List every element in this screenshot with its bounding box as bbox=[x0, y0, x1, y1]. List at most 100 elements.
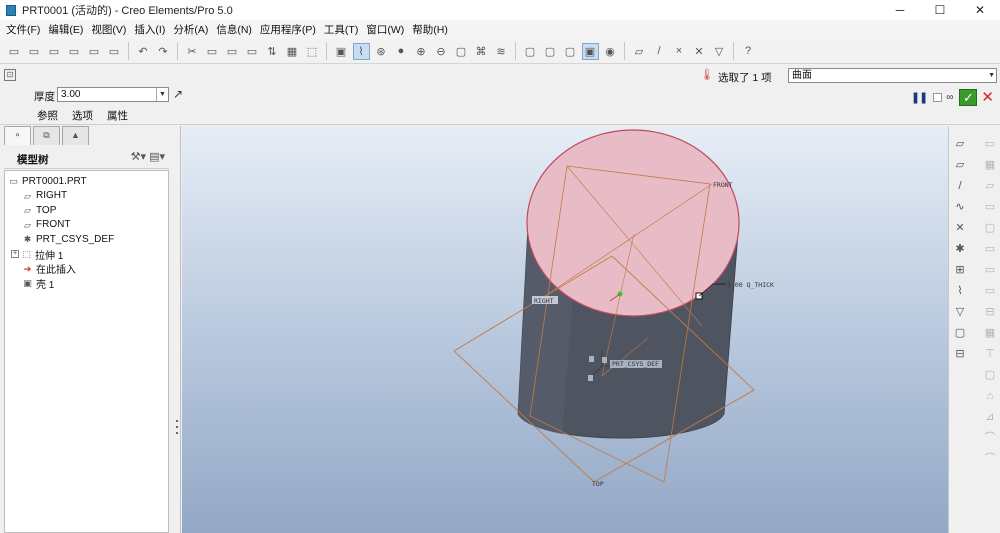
no-hidden-icon[interactable]: ▢ bbox=[562, 43, 579, 60]
model-tree-tab-icon[interactable]: ⚬ bbox=[4, 126, 31, 145]
datum-tool-icon[interactable]: ▢ bbox=[952, 325, 968, 341]
feature-tool-icon[interactable]: ▦ bbox=[982, 157, 998, 173]
menu-view[interactable]: 视图(V) bbox=[89, 22, 132, 37]
datum-axis-icon[interactable]: ⌇ bbox=[352, 42, 370, 60]
menu-file[interactable]: 文件(F) bbox=[4, 22, 46, 37]
feature-tool-icon[interactable]: ⌂ bbox=[982, 388, 998, 404]
datum-tool-icon[interactable]: ⊞ bbox=[952, 262, 968, 278]
tree-item[interactable]: ▱ RIGHT bbox=[22, 189, 67, 203]
paste-special-icon[interactable]: ▭ bbox=[244, 43, 261, 60]
tab-references[interactable]: 参照 bbox=[37, 108, 58, 123]
paste-icon[interactable]: ▭ bbox=[224, 43, 241, 60]
datum-tool-icon[interactable]: ▽ bbox=[952, 304, 968, 320]
layers-icon[interactable]: ≋ bbox=[493, 43, 510, 60]
undo-icon[interactable]: ↶ bbox=[135, 43, 152, 60]
datum-tool-icon[interactable]: ⊟ bbox=[952, 346, 968, 362]
csys-display-icon[interactable]: ✕ bbox=[691, 43, 708, 60]
datum-tool-icon[interactable]: ✕ bbox=[952, 220, 968, 236]
tab-properties[interactable]: 属性 bbox=[107, 108, 128, 123]
datum-tool-icon[interactable]: ▱ bbox=[952, 157, 968, 173]
regenerate-icon[interactable]: ⇅ bbox=[264, 43, 281, 60]
zoom-out-icon[interactable]: ⊖ bbox=[433, 43, 450, 60]
menu-tools[interactable]: 工具(T) bbox=[322, 22, 364, 37]
feature-tool-icon[interactable]: ⌒ bbox=[982, 451, 998, 467]
feature-tool-icon[interactable]: ▭ bbox=[982, 262, 998, 278]
tree-settings-icon[interactable]: ⚒▾ ▤▾ bbox=[131, 150, 165, 163]
feature-tool-icon[interactable]: ▭ bbox=[982, 241, 998, 257]
email-icon[interactable]: ▭ bbox=[86, 43, 103, 60]
new-icon[interactable]: ▭ bbox=[6, 43, 23, 60]
datum-tool-icon[interactable]: ✱ bbox=[952, 241, 968, 257]
selection-filter[interactable]: 曲面 ▼ bbox=[788, 68, 997, 83]
panel-splitter[interactable] bbox=[175, 416, 179, 446]
open-icon[interactable]: ▭ bbox=[26, 43, 43, 60]
maximize-button[interactable]: ☐ bbox=[920, 0, 960, 20]
copy-icon[interactable]: ▭ bbox=[204, 43, 221, 60]
datum-tool-icon[interactable]: ∿ bbox=[952, 199, 968, 215]
save-icon[interactable]: ▭ bbox=[46, 43, 63, 60]
datum-tool-icon[interactable]: ⌇ bbox=[952, 283, 968, 299]
datum-tool-icon[interactable]: / bbox=[952, 178, 968, 194]
thickness-dimension-label[interactable]: 3.00 Q_THICK bbox=[727, 281, 774, 289]
feature-tool-icon[interactable]: ▢ bbox=[982, 367, 998, 383]
hidden-line-icon[interactable]: ▢ bbox=[542, 43, 559, 60]
tree-item[interactable]: + ⬚ 拉伸 1 bbox=[11, 247, 63, 262]
tree-item[interactable]: ▱ FRONT bbox=[22, 218, 70, 232]
context-help-icon[interactable]: ? bbox=[740, 43, 757, 60]
cancel-button[interactable]: ✕ bbox=[981, 88, 994, 106]
feature-tool-icon[interactable]: ▢ bbox=[982, 220, 998, 236]
menu-edit[interactable]: 编辑(E) bbox=[46, 22, 89, 37]
thickness-input[interactable]: 3.00 ▼ bbox=[57, 87, 169, 102]
spin-center-icon[interactable]: ⊛ bbox=[373, 43, 390, 60]
flip-direction-icon[interactable]: ↗ bbox=[173, 87, 183, 101]
tree-item[interactable]: ➔ 在此插入 bbox=[22, 262, 76, 277]
realtime-render-icon[interactable]: ◉ bbox=[602, 43, 619, 60]
feature-tool-icon[interactable]: ▭ bbox=[982, 283, 998, 299]
tree-item[interactable]: ▱ TOP bbox=[22, 203, 56, 217]
tab-options[interactable]: 选项 bbox=[72, 108, 93, 123]
feature-tool-icon[interactable]: ▱ bbox=[982, 178, 998, 194]
menu-info[interactable]: 信息(N) bbox=[214, 22, 258, 37]
preview-checkbox[interactable] bbox=[933, 92, 943, 102]
menu-analysis[interactable]: 分析(A) bbox=[171, 22, 214, 37]
minimize-button[interactable]: ─ bbox=[880, 0, 920, 20]
wireframe-icon[interactable]: ▢ bbox=[522, 43, 539, 60]
folder-browser-tab-icon[interactable]: ⧉ bbox=[33, 126, 60, 145]
tree-item[interactable]: ✱ PRT_CSYS_DEF bbox=[22, 232, 114, 246]
graphics-viewport[interactable]: FRONT RIGHT TOP 3.00 Q_THICK PRT_CSYS_DE… bbox=[182, 126, 948, 533]
feature-tool-icon[interactable]: ⌒ bbox=[982, 430, 998, 446]
feature-tool-icon[interactable]: ⊤ bbox=[982, 346, 998, 362]
find-icon[interactable]: ▦ bbox=[284, 43, 301, 60]
chevron-down-icon[interactable]: ▼ bbox=[988, 69, 995, 82]
verify-icon[interactable]: ∞ bbox=[946, 92, 953, 103]
select-box-icon[interactable]: ⬚ bbox=[304, 43, 321, 60]
feature-tool-icon[interactable]: ▭ bbox=[982, 136, 998, 152]
pause-icon[interactable]: ❚❚ bbox=[911, 91, 928, 104]
model-canvas[interactable]: FRONT RIGHT TOP 3.00 Q_THICK PRT_CSYS_DE… bbox=[182, 126, 948, 533]
print-icon[interactable]: ▭ bbox=[66, 43, 83, 60]
feature-tool-icon[interactable]: ▭ bbox=[982, 199, 998, 215]
favorites-tab-icon[interactable]: ▲ bbox=[62, 126, 89, 145]
send-icon[interactable]: ▭ bbox=[106, 43, 123, 60]
point-display-icon[interactable]: × bbox=[671, 43, 688, 60]
plane-display-icon[interactable]: ▱ bbox=[631, 43, 648, 60]
redo-icon[interactable]: ↷ bbox=[155, 43, 172, 60]
menu-applications[interactable]: 应用程序(P) bbox=[258, 22, 322, 37]
feature-tool-icon[interactable]: ⊟ bbox=[982, 304, 998, 320]
refit-icon[interactable]: ▢ bbox=[453, 43, 470, 60]
saved-views-icon[interactable]: ⌘ bbox=[473, 43, 490, 60]
axis-display-icon[interactable]: / bbox=[651, 43, 668, 60]
feature-tool-icon[interactable]: ▦ bbox=[982, 325, 998, 341]
menu-insert[interactable]: 插入(I) bbox=[132, 22, 171, 37]
zoom-in-icon[interactable]: ⊕ bbox=[413, 43, 430, 60]
appearance-icon[interactable]: ● bbox=[393, 43, 410, 60]
ok-button[interactable]: ✓ bbox=[959, 88, 978, 106]
feature-tool-icon[interactable]: ⊿ bbox=[982, 409, 998, 425]
expand-icon[interactable]: + bbox=[11, 250, 19, 258]
menu-help[interactable]: 帮助(H) bbox=[410, 22, 454, 37]
chevron-down-icon[interactable]: ▼ bbox=[156, 88, 168, 101]
datum-display-icon[interactable]: ▣ bbox=[333, 43, 350, 60]
tree-item[interactable]: ▭ PRT0001.PRT bbox=[8, 174, 86, 188]
close-button[interactable]: ✕ bbox=[960, 0, 1000, 20]
shading-icon[interactable]: ▣ bbox=[581, 42, 599, 60]
